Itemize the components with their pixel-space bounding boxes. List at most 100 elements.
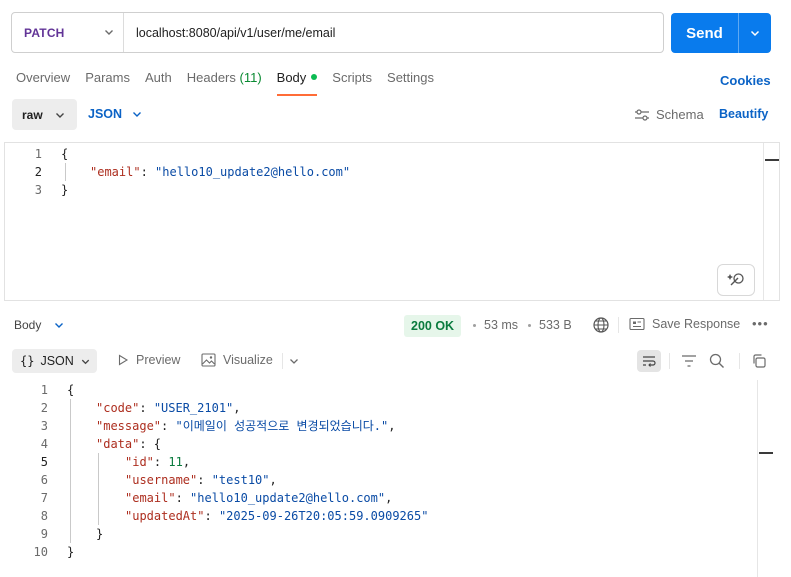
braces-icon: {} xyxy=(20,354,35,368)
json-number: 11 xyxy=(168,455,183,469)
divider xyxy=(618,317,619,333)
chevron-down-icon xyxy=(105,30,113,35)
tab-label: Settings xyxy=(387,70,435,85)
status-badge[interactable]: 200 OK xyxy=(404,315,462,337)
code-line: { xyxy=(61,145,68,163)
indent-guide xyxy=(65,163,66,181)
image-icon xyxy=(201,353,216,367)
line-number: 5 xyxy=(40,455,48,469)
tab-label: Body xyxy=(276,70,307,85)
line-number: 7 xyxy=(40,491,48,505)
save-icon xyxy=(629,317,645,331)
more-options-button[interactable]: ••• xyxy=(752,316,769,331)
json-key: "username" xyxy=(125,473,198,487)
json-string: "2025-09-26T20:05:59.0909265" xyxy=(218,509,429,523)
scroll-position-mark xyxy=(765,159,779,161)
tab-params[interactable]: Params xyxy=(85,70,130,96)
filter-icon[interactable] xyxy=(681,354,697,368)
globe-icon[interactable] xyxy=(592,316,610,334)
tab-settings[interactable]: Settings xyxy=(387,70,434,96)
divider xyxy=(669,353,670,369)
response-size[interactable]: 533 B xyxy=(539,318,572,332)
line-number: 4 xyxy=(40,437,48,451)
magic-wand-icon xyxy=(727,273,744,286)
search-icon[interactable] xyxy=(709,353,725,369)
json-string: "hello10_update2@hello.com" xyxy=(155,165,351,179)
preview-label: Preview xyxy=(136,353,181,367)
line-number: 1 xyxy=(40,383,48,397)
json-key: "email" xyxy=(90,165,141,179)
play-icon xyxy=(118,354,129,366)
request-url-bar: PATCH localhost:8080/api/v1/user/me/emai… xyxy=(11,12,664,53)
visualize-tab[interactable]: Visualize xyxy=(201,353,273,367)
json-key: "code" xyxy=(96,401,140,415)
separator-dot xyxy=(528,324,531,327)
response-body-viewer[interactable]: 1 2 3 4 5 6 7 8 9 10 { "code": "USER_210… xyxy=(0,380,791,577)
send-options-button[interactable] xyxy=(739,27,771,39)
tab-headers[interactable]: Headers (11) xyxy=(187,70,262,96)
body-type-select[interactable]: raw xyxy=(12,99,77,130)
code-line: "id": 11, xyxy=(125,455,191,469)
schema-button[interactable]: Schema xyxy=(634,107,704,122)
beautify-button[interactable]: Beautify xyxy=(719,107,768,121)
code-line: "username": "test10", xyxy=(125,473,277,487)
response-format-select[interactable]: {} JSON xyxy=(12,349,97,373)
cookies-link[interactable]: Cookies xyxy=(720,73,771,88)
copy-icon[interactable] xyxy=(751,353,767,369)
chevron-down-icon xyxy=(133,112,142,117)
save-response-button[interactable]: Save Response xyxy=(629,317,740,331)
code-line: "email": "hello10_update2@hello.com", xyxy=(125,491,393,505)
code-line: "data": { xyxy=(96,437,162,451)
chevron-down-icon xyxy=(750,30,760,37)
request-body-editor[interactable]: 1 2 3 { "email": "hello10_update2@hello.… xyxy=(4,142,780,301)
tab-overview[interactable]: Overview xyxy=(16,70,70,96)
preview-tab[interactable]: Preview xyxy=(117,353,180,367)
send-button[interactable]: Send xyxy=(671,13,771,53)
ai-assist-button[interactable] xyxy=(717,264,755,296)
tab-label: Headers xyxy=(186,70,236,85)
response-format-label: JSON xyxy=(40,354,74,368)
tab-scripts[interactable]: Scripts xyxy=(332,70,372,96)
json-brace: } xyxy=(96,527,104,541)
line-number: 3 xyxy=(34,183,42,197)
code-line: "message": "이메일이 성공적으로 변경되었습니다.", xyxy=(96,419,396,433)
viewer-scrollbar-track[interactable] xyxy=(757,380,758,577)
chevron-down-icon[interactable] xyxy=(288,355,300,367)
code-line: "email": "hello10_update2@hello.com" xyxy=(90,165,351,179)
tab-auth[interactable]: Auth xyxy=(145,70,172,96)
line-number: 2 xyxy=(40,401,48,415)
code-line: } xyxy=(67,543,74,561)
scroll-position-mark xyxy=(759,452,773,454)
response-time[interactable]: 53 ms xyxy=(484,318,518,332)
json-string: "hello10_update2@hello.com" xyxy=(190,491,386,505)
url-input[interactable]: localhost:8080/api/v1/user/me/email xyxy=(124,26,335,40)
schema-label: Schema xyxy=(656,107,704,122)
tab-body[interactable]: Body xyxy=(276,70,318,96)
line-number: 3 xyxy=(40,419,48,433)
indent-guide xyxy=(70,399,71,543)
request-tabs: Overview Params Auth Headers (11) Body S… xyxy=(16,70,449,96)
json-string: "이메일이 성공적으로 변경되었습니다." xyxy=(175,419,389,433)
response-toolbar: {} JSON Preview Visualize xyxy=(0,349,791,373)
json-key: "id" xyxy=(125,455,154,469)
code-line: "code": "USER_2101", xyxy=(96,401,241,415)
json-brace: { xyxy=(61,147,69,161)
code-line: } xyxy=(61,181,68,199)
wrap-lines-icon xyxy=(643,356,656,367)
body-format-label: JSON xyxy=(88,107,123,121)
body-modified-dot xyxy=(311,74,318,80)
method-select[interactable]: PATCH xyxy=(12,13,124,52)
chevron-down-icon xyxy=(56,113,64,118)
body-format-select[interactable]: JSON xyxy=(88,107,143,121)
send-button-label: Send xyxy=(686,24,723,42)
response-view-select[interactable]: Body xyxy=(14,318,65,332)
wrap-lines-button[interactable] xyxy=(637,350,661,372)
json-key: "updatedAt" xyxy=(125,509,205,523)
method-label: PATCH xyxy=(24,25,65,40)
editor-scrollbar-track[interactable] xyxy=(763,143,764,300)
response-header-bar: Body 200 OK 53 ms 533 B Save Response ••… xyxy=(0,314,791,337)
line-number: 6 xyxy=(40,473,48,487)
line-number: 8 xyxy=(40,509,48,523)
divider xyxy=(739,353,740,369)
json-key: "message" xyxy=(96,419,162,433)
